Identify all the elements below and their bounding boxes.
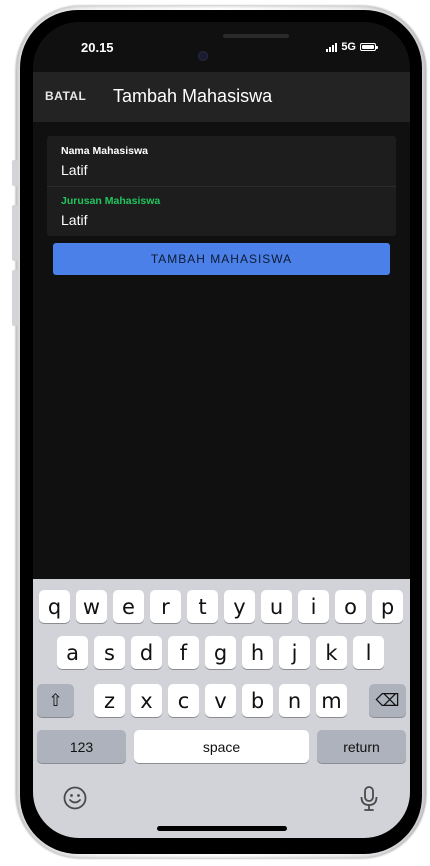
keyboard: q w e r t y u i o p a s d f g h j k l ⇧ … (33, 579, 410, 838)
app-bar: BATAL Tambah Mahasiswa (33, 72, 410, 122)
delete-key[interactable]: ⌫ (369, 684, 406, 717)
dynamic-island (223, 34, 289, 38)
key-q[interactable]: q (39, 590, 70, 623)
student-name-label: Nama Mahasiswa (61, 145, 148, 157)
numbers-key[interactable]: 123 (37, 730, 126, 763)
status-bar: 20.15 5G (33, 22, 410, 70)
key-z[interactable]: z (94, 684, 125, 717)
key-d[interactable]: d (131, 636, 162, 669)
key-k[interactable]: k (316, 636, 347, 669)
key-l[interactable]: l (353, 636, 384, 669)
key-m[interactable]: m (316, 684, 347, 717)
student-major-value[interactable]: Latif (61, 212, 87, 228)
volume-up-button (12, 205, 18, 261)
student-name-value[interactable]: Latif (61, 162, 87, 178)
student-name-field[interactable]: Nama Mahasiswa Latif (47, 136, 396, 187)
key-y[interactable]: y (224, 590, 255, 623)
return-key[interactable]: return (317, 730, 406, 763)
add-student-button[interactable]: TAMBAH MAHASISWA (53, 243, 390, 275)
key-w[interactable]: w (76, 590, 107, 623)
front-camera-icon (198, 51, 208, 61)
key-j[interactable]: j (279, 636, 310, 669)
page-title: Tambah Mahasiswa (113, 86, 273, 106)
key-b[interactable]: b (242, 684, 273, 717)
key-r[interactable]: r (150, 590, 181, 623)
volume-down-button (12, 270, 18, 326)
key-v[interactable]: v (205, 684, 236, 717)
signal-icon (326, 42, 338, 52)
status-indicators: 5G (326, 41, 378, 53)
key-e[interactable]: e (113, 590, 144, 623)
smiley-icon[interactable] (62, 785, 88, 817)
screen: 20.15 5G BATAL Tambah Mahasiswa Nama Mah… (33, 22, 410, 838)
status-time: 20.15 (81, 40, 114, 55)
key-p[interactable]: p (372, 590, 403, 623)
key-g[interactable]: g (205, 636, 236, 669)
student-form: Nama Mahasiswa Latif Jurusan Mahasiswa L… (47, 136, 396, 236)
key-a[interactable]: a (57, 636, 88, 669)
key-n[interactable]: n (279, 684, 310, 717)
key-h[interactable]: h (242, 636, 273, 669)
key-s[interactable]: s (94, 636, 125, 669)
space-key[interactable]: space (134, 730, 309, 763)
student-major-label: Jurusan Mahasiswa (61, 195, 161, 207)
battery-icon (360, 43, 378, 51)
mute-switch (12, 160, 18, 186)
key-i[interactable]: i (298, 590, 329, 623)
key-f[interactable]: f (168, 636, 199, 669)
home-indicator[interactable] (157, 826, 287, 831)
network-label: 5G (341, 41, 356, 53)
key-u[interactable]: u (261, 590, 292, 623)
microphone-icon[interactable] (359, 785, 379, 819)
cancel-button[interactable]: BATAL (45, 89, 86, 103)
key-x[interactable]: x (131, 684, 162, 717)
student-major-field[interactable]: Jurusan Mahasiswa Latif (47, 186, 396, 236)
shift-key[interactable]: ⇧ (37, 684, 74, 717)
key-c[interactable]: c (168, 684, 199, 717)
key-t[interactable]: t (187, 590, 218, 623)
key-o[interactable]: o (335, 590, 366, 623)
